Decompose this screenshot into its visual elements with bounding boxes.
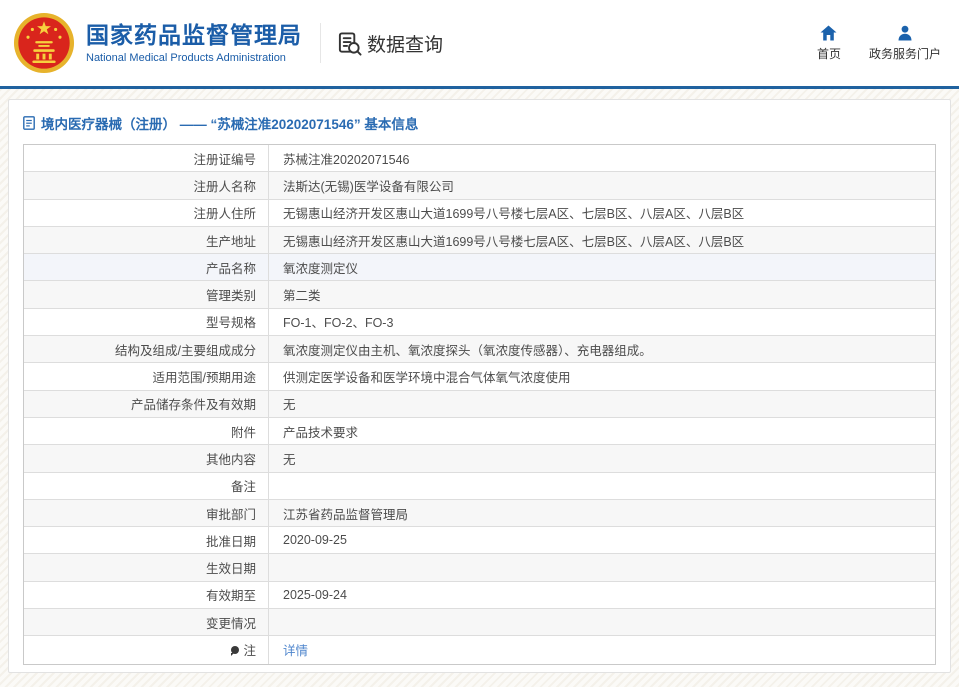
row-value: [269, 473, 935, 499]
table-row: 型号规格FO-1、FO-2、FO-3: [24, 309, 935, 336]
row-label: 注: [24, 636, 269, 663]
row-value: 无: [269, 391, 935, 417]
home-icon: [820, 25, 837, 41]
table-row: 审批部门江苏省药品监督管理局: [24, 500, 935, 527]
site-header: 国家药品监督管理局 National Medical Products Admi…: [0, 0, 959, 86]
row-value: 详情: [269, 636, 935, 663]
detail-link[interactable]: 详情: [283, 640, 308, 659]
row-label: 适用范围/预期用途: [24, 363, 269, 389]
table-row: 管理类别第二类: [24, 281, 935, 308]
nav-service-portal-label: 政务服务门户: [869, 45, 941, 62]
row-value: 供测定医学设备和医学环境中混合气体氧气浓度使用: [269, 363, 935, 389]
nav-service-portal[interactable]: 政务服务门户: [869, 25, 941, 62]
row-label: 其他内容: [24, 445, 269, 471]
table-row: 产品储存条件及有效期无: [24, 391, 935, 418]
header-nav: 首页 政务服务门户: [817, 25, 941, 62]
row-label: 有效期至: [24, 582, 269, 608]
header-divider: [320, 23, 321, 63]
row-label: 生效日期: [24, 554, 269, 580]
table-row: 有效期至2025-09-24: [24, 582, 935, 609]
document-icon: [23, 116, 35, 130]
national-emblem-logo[interactable]: [13, 12, 75, 74]
brand-subtitle: National Medical Products Administration: [86, 52, 302, 64]
table-row: 注册人名称法斯达(无锡)医学设备有限公司: [24, 172, 935, 199]
table-row: 备注: [24, 473, 935, 500]
data-query-section[interactable]: 数据查询: [337, 30, 443, 57]
table-row: 其他内容无: [24, 445, 935, 472]
content-area: 境内医疗器械（注册） —— “苏械注准20202071546” 基本信息 注册证…: [0, 89, 959, 687]
table-row: 注详情: [24, 636, 935, 663]
row-value: 产品技术要求: [269, 418, 935, 444]
row-label: 注册人名称: [24, 172, 269, 198]
row-label: 注册证编号: [24, 145, 269, 171]
row-label: 产品储存条件及有效期: [24, 391, 269, 417]
doc-search-icon: [337, 31, 362, 56]
row-value: 无: [269, 445, 935, 471]
table-row: 注册人住所无锡惠山经济开发区惠山大道1699号八号楼七层A区、七层B区、八层A区…: [24, 200, 935, 227]
user-icon: [897, 25, 913, 41]
row-label: 备注: [24, 473, 269, 499]
data-query-label: 数据查询: [367, 30, 443, 57]
table-row: 适用范围/预期用途供测定医学设备和医学环境中混合气体氧气浓度使用: [24, 363, 935, 390]
row-label: 管理类别: [24, 281, 269, 307]
row-value: 苏械注准20202071546: [269, 145, 935, 171]
table-row: 生效日期: [24, 554, 935, 581]
brand-block[interactable]: 国家药品监督管理局 National Medical Products Admi…: [86, 22, 302, 63]
row-label: 附件: [24, 418, 269, 444]
row-value: 氧浓度测定仪: [269, 254, 935, 280]
row-label: 审批部门: [24, 500, 269, 526]
nav-home[interactable]: 首页: [817, 25, 841, 62]
brand-title: 国家药品监督管理局: [86, 22, 302, 48]
row-value: 江苏省药品监督管理局: [269, 500, 935, 526]
row-label: 型号规格: [24, 309, 269, 335]
breadcrumb: 境内医疗器械（注册） —— “苏械注准20202071546” 基本信息: [9, 100, 950, 142]
row-label: 产品名称: [24, 254, 269, 280]
table-row: 注册证编号苏械注准20202071546: [24, 145, 935, 172]
row-value: 无锡惠山经济开发区惠山大道1699号八号楼七层A区、七层B区、八层A区、八层B区: [269, 200, 935, 226]
table-row: 变更情况: [24, 609, 935, 636]
table-row: 生产地址无锡惠山经济开发区惠山大道1699号八号楼七层A区、七层B区、八层A区、…: [24, 227, 935, 254]
row-value: 第二类: [269, 281, 935, 307]
note-pin-icon: [231, 646, 239, 654]
table-row: 结构及组成/主要组成成分氧浓度测定仪由主机、氧浓度探头（氧浓度传感器）、充电器组…: [24, 336, 935, 363]
row-label: 生产地址: [24, 227, 269, 253]
row-value: FO-1、FO-2、FO-3: [269, 309, 935, 335]
row-value: 无锡惠山经济开发区惠山大道1699号八号楼七层A区、七层B区、八层A区、八层B区: [269, 227, 935, 253]
row-value: 2025-09-24: [269, 582, 935, 608]
nav-home-label: 首页: [817, 45, 841, 62]
table-row: 产品名称氧浓度测定仪: [24, 254, 935, 281]
table-row: 附件产品技术要求: [24, 418, 935, 445]
row-value: 2020-09-25: [269, 527, 935, 553]
row-value: 氧浓度测定仪由主机、氧浓度探头（氧浓度传感器）、充电器组成。: [269, 336, 935, 362]
detail-table: 注册证编号苏械注准20202071546注册人名称法斯达(无锡)医学设备有限公司…: [23, 144, 936, 665]
row-value: [269, 609, 935, 635]
table-row: 批准日期2020-09-25: [24, 527, 935, 554]
row-label: 结构及组成/主要组成成分: [24, 336, 269, 362]
row-label: 注册人住所: [24, 200, 269, 226]
page-title: 境内医疗器械（注册） —— “苏械注准20202071546” 基本信息: [41, 113, 418, 133]
row-value: [269, 554, 935, 580]
row-label: 批准日期: [24, 527, 269, 553]
row-label: 变更情况: [24, 609, 269, 635]
info-panel: 境内医疗器械（注册） —— “苏械注准20202071546” 基本信息 注册证…: [8, 99, 951, 673]
row-value: 法斯达(无锡)医学设备有限公司: [269, 172, 935, 198]
